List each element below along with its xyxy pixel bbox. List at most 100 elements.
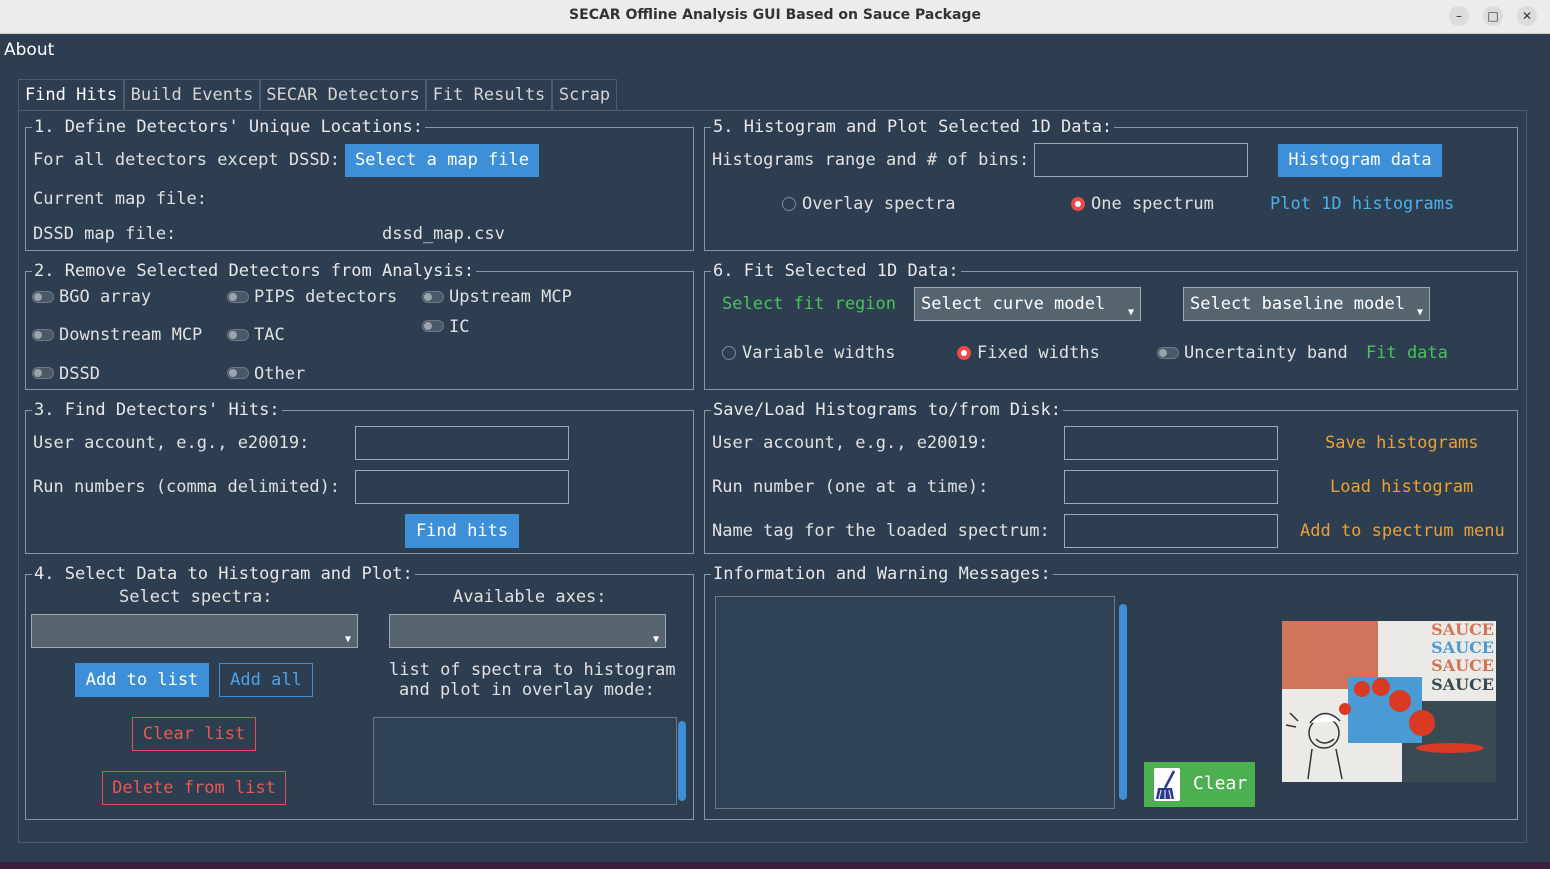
variable-widths-label: Variable widths [742,343,896,363]
select-map-file-button[interactable]: Select a map file [345,144,539,177]
maximize-button[interactable]: □ [1483,6,1503,26]
add-to-spectrum-menu-link[interactable]: Add to spectrum menu [1300,521,1505,541]
curve-model-value: Select curve model [921,294,1106,314]
for-all-detectors-label: For all detectors except DSSD: [33,150,341,170]
uncertainty-band-toggle[interactable] [1157,347,1179,359]
overlay-list-label-2: and plot in overlay mode: [399,680,655,700]
toggle-label: DSSD [59,364,100,384]
menu-about[interactable]: About [4,40,54,60]
menubar: About [0,34,1550,66]
tab-secar-detectors[interactable]: SECAR Detectors [260,79,426,110]
spectra-select[interactable]: ▼ [31,614,358,648]
fit-data-link[interactable]: Fit data [1366,343,1448,363]
sauce-logo: SAUCE SAUCE SAUCE SAUCE [1282,620,1496,782]
plot-1d-histograms-link[interactable]: Plot 1D histograms [1270,194,1454,214]
close-button[interactable]: ✕ [1517,6,1537,26]
toggle-label: Other [254,364,306,384]
baseline-model-value: Select baseline model [1190,294,1405,314]
run-number-input[interactable] [1064,470,1278,504]
bottom-strip [0,862,1550,869]
messages-textbox[interactable] [715,596,1115,809]
uncertainty-band-label: Uncertainty band [1184,343,1348,363]
logo-word: SAUCE [1431,638,1494,657]
chevron-down-icon: ▼ [652,634,659,645]
section-title: 4. Select Data to Histogram and Plot: [32,563,415,585]
current-map-label: Current map file: [33,189,207,209]
fixed-widths-label: Fixed widths [977,343,1100,363]
logo-word: SAUCE [1431,675,1494,694]
toggle-tac[interactable] [227,329,249,341]
toggle-pips-detectors[interactable] [227,291,249,303]
toggle-label: IC [449,317,470,337]
clear-messages-button[interactable]: Clear [1144,762,1255,807]
save-user-account-input[interactable] [1064,426,1278,460]
section-title: Information and Warning Messages: [711,563,1053,585]
name-tag-label: Name tag for the loaded spectrum: [712,521,1050,541]
chevron-down-icon: ▼ [1127,307,1134,318]
clear-button-label: Clear [1193,773,1248,794]
variable-widths-radio[interactable] [722,346,736,360]
chevron-down-icon: ▼ [1416,307,1423,318]
find-hits-button[interactable]: Find hits [405,514,519,548]
save-user-account-label: User account, e.g., e20019: [712,433,989,453]
section-title: 2. Remove Selected Detectors from Analys… [32,260,477,282]
section-title: 1. Define Detectors' Unique Locations: [32,116,425,138]
section-title: 6. Fit Selected 1D Data: [711,260,961,282]
section-title: 5. Histogram and Plot Selected 1D Data: [711,116,1115,138]
section-title: 3. Find Detectors' Hits: [32,399,282,421]
baseline-model-select[interactable]: Select baseline model ▼ [1183,287,1430,321]
tab-find-hits[interactable]: Find Hits [18,79,124,110]
load-histogram-link[interactable]: Load histogram [1330,477,1473,497]
clear-list-button[interactable]: Clear list [132,717,256,751]
select-spectra-label: Select spectra: [119,587,273,607]
logo-word: SAUCE [1431,656,1494,675]
dssd-map-value: dssd_map.csv [382,224,505,244]
overlay-spectra-list[interactable] [373,717,677,805]
curve-model-select[interactable]: Select curve model ▼ [914,287,1141,321]
run-numbers-label: Run numbers (comma delimited): [33,477,341,497]
toggle-label: BGO array [59,287,152,307]
window-titlebar: SECAR Offline Analysis GUI Based on Sauc… [0,0,1550,34]
minimize-button[interactable]: – [1449,6,1469,26]
broom-icon [1154,768,1180,801]
toggle-dssd[interactable] [32,367,54,379]
available-axes-label: Available axes: [453,587,607,607]
dssd-map-label: DSSD map file: [33,224,177,244]
tab-scrap[interactable]: Scrap [552,79,617,110]
fixed-widths-radio[interactable] [957,346,971,360]
window-title: SECAR Offline Analysis GUI Based on Sauc… [569,7,981,23]
section-title: Save/Load Histograms to/from Disk: [711,399,1063,421]
tab-fit-results[interactable]: Fit Results [426,79,552,110]
overlay-spectra-label: Overlay spectra [802,194,956,214]
save-histograms-link[interactable]: Save histograms [1325,433,1479,453]
toggle-other[interactable] [227,367,249,379]
tab-build-events[interactable]: Build Events [124,79,260,110]
overlay-list-label-1: list of spectra to histogram [389,660,676,680]
overlay-list-scrollbar[interactable] [678,721,686,801]
add-all-button[interactable]: Add all [219,663,313,697]
toggle-bgo-array[interactable] [32,291,54,303]
messages-scrollbar[interactable] [1119,604,1127,800]
overlay-spectra-radio[interactable] [782,197,796,211]
toggle-ic[interactable] [422,320,444,332]
user-account-label: User account, e.g., e20019: [33,433,310,453]
toggle-label: PIPS detectors [254,287,398,307]
axes-select[interactable]: ▼ [389,614,666,648]
run-number-label: Run number (one at a time): [712,477,989,497]
add-to-list-button[interactable]: Add to list [75,663,209,697]
select-fit-region-link[interactable]: Select fit region [722,294,896,314]
one-spectrum-radio[interactable] [1071,197,1085,211]
toggle-label: TAC [254,325,285,345]
user-account-input[interactable] [355,426,569,460]
histogram-data-button[interactable]: Histogram data [1278,144,1442,177]
toggle-upstream-mcp[interactable] [422,291,444,303]
run-numbers-input[interactable] [355,470,569,504]
name-tag-input[interactable] [1064,514,1278,548]
logo-word: SAUCE [1431,621,1494,639]
histogram-range-label: Histograms range and # of bins: [712,150,1030,170]
toggle-downstream-mcp[interactable] [32,329,54,341]
delete-from-list-button[interactable]: Delete from list [102,771,286,805]
toggle-label: Upstream MCP [449,287,572,307]
histogram-range-input[interactable] [1034,143,1248,177]
one-spectrum-label: One spectrum [1091,194,1214,214]
